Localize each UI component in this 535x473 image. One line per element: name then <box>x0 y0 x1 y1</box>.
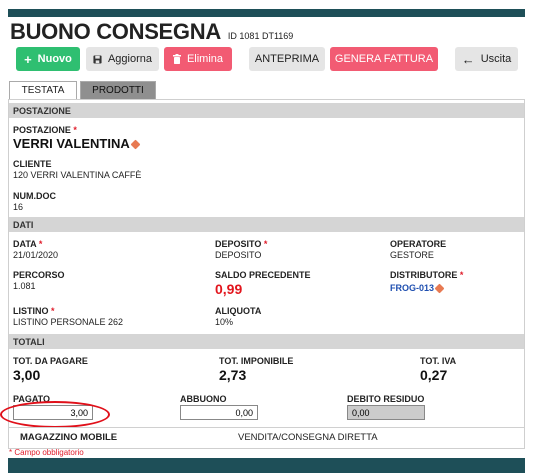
listino-label-text: LISTINO <box>13 306 49 316</box>
numdoc-label: NUM.DOC <box>13 191 56 201</box>
section-totali-header: TOTALI <box>9 334 524 349</box>
required-mark: * <box>51 306 55 316</box>
vendita-label: VENDITA/CONSEGNA DIRETTA <box>238 432 378 443</box>
cliente-value: 120 VERRI VALENTINA CAFFÈ <box>13 170 142 180</box>
abbuono-input[interactable] <box>180 405 258 420</box>
section-dati-header: DATI <box>9 217 524 232</box>
divider <box>9 427 524 428</box>
postazione-value-text: VERRI VALENTINA <box>13 136 130 151</box>
anteprima-label: ANTEPRIMA <box>254 53 320 65</box>
data-label-text: DATA <box>13 239 37 249</box>
uscita-label: Uscita <box>480 53 512 65</box>
magazzino-label: MAGAZZINO MOBILE <box>20 432 118 443</box>
distributore-value-text[interactable]: FROG-013 <box>390 283 434 293</box>
tot-imponibile-value: 2,73 <box>219 367 247 383</box>
debito-label: DEBITO RESIDUO <box>347 394 425 404</box>
postazione-label-text: POSTAZIONE <box>13 125 71 135</box>
required-mark: * <box>73 125 77 135</box>
nuovo-button[interactable]: + Nuovo <box>16 47 80 71</box>
tab-testata-label: TESTATA <box>21 85 65 96</box>
required-note: * Campo obbligatorio <box>9 448 84 457</box>
percorso-value: 1.081 <box>13 281 36 291</box>
section-postazione-header: POSTAZIONE <box>9 103 524 118</box>
abbuono-label: ABBUONO <box>180 394 227 404</box>
aggiorna-button[interactable]: Aggiorna <box>86 47 159 71</box>
tag-icon[interactable] <box>130 139 141 150</box>
aliquota-value: 10% <box>215 317 234 327</box>
postazione-label: POSTAZIONE * <box>13 125 77 135</box>
nuovo-label: Nuovo <box>37 53 72 65</box>
required-mark: * <box>38 239 43 249</box>
cliente-label: CLIENTE <box>13 159 52 169</box>
page-title-text: BUONO CONSEGNA <box>10 19 221 44</box>
numdoc-value: 16 <box>13 202 24 212</box>
tab-testata[interactable]: TESTATA <box>9 81 77 99</box>
top-bar <box>8 9 525 17</box>
elimina-button[interactable]: Elimina <box>164 47 232 71</box>
required-mark: * <box>459 270 464 280</box>
operatore-value: GESTORE <box>390 250 434 260</box>
tag-icon[interactable] <box>434 283 445 294</box>
listino-value: LISTINO PERSONALE 262 <box>13 317 124 327</box>
postazione-value: VERRI VALENTINA <box>13 136 141 151</box>
trash-icon <box>172 52 181 67</box>
anteprima-button[interactable]: ANTEPRIMA <box>249 47 325 71</box>
debito-input <box>347 405 425 420</box>
tot-pagare-label: TOT. DA PAGARE <box>13 356 88 366</box>
genera-fattura-label: GENERA FATTURA <box>334 53 434 65</box>
tot-pagare-value: 3,00 <box>13 367 41 383</box>
saldo-label: SALDO PRECEDENTE <box>215 270 311 280</box>
save-icon <box>93 52 102 67</box>
tot-iva-label: TOT. IVA <box>420 356 457 366</box>
tab-prodotti-label: PRODOTTI <box>92 85 144 96</box>
bottom-bar <box>8 458 525 473</box>
tot-iva-value: 0,27 <box>420 367 448 383</box>
deposito-label: DEPOSITO * <box>215 239 267 249</box>
operatore-label: OPERATORE <box>390 239 447 249</box>
data-label: DATA * <box>13 239 42 249</box>
genera-fattura-button[interactable]: GENERA FATTURA <box>330 47 438 71</box>
saldo-value: 0,99 <box>215 281 243 297</box>
distributore-value[interactable]: FROG-013 <box>390 283 445 294</box>
required-mark: * <box>263 239 268 249</box>
distributore-label-text: DISTRIBUTORE <box>390 270 458 280</box>
listino-label: LISTINO * <box>13 306 55 316</box>
tot-imponibile-label: TOT. IMPONIBILE <box>219 356 294 366</box>
data-value: 21/01/2020 <box>13 250 59 260</box>
aliquota-label: ALIQUOTA <box>215 306 262 316</box>
highlight-ellipse <box>0 401 110 428</box>
aggiorna-label: Aggiorna <box>107 53 153 65</box>
percorso-label: PERCORSO <box>13 270 65 280</box>
distributore-label: DISTRIBUTORE * <box>390 270 463 280</box>
arrow-left-icon: ← <box>461 51 475 67</box>
page-title: BUONO CONSEGNA ID 1081 DT1169 <box>10 19 293 45</box>
tab-prodotti[interactable]: PRODOTTI <box>80 81 156 99</box>
deposito-label-text: DEPOSITO <box>215 239 262 249</box>
plus-icon: + <box>24 51 32 67</box>
elimina-label: Elimina <box>186 53 224 65</box>
document-id: ID 1081 DT1169 <box>227 31 294 41</box>
uscita-button[interactable]: ← Uscita <box>455 47 518 71</box>
deposito-value: DEPOSITO <box>215 250 262 260</box>
